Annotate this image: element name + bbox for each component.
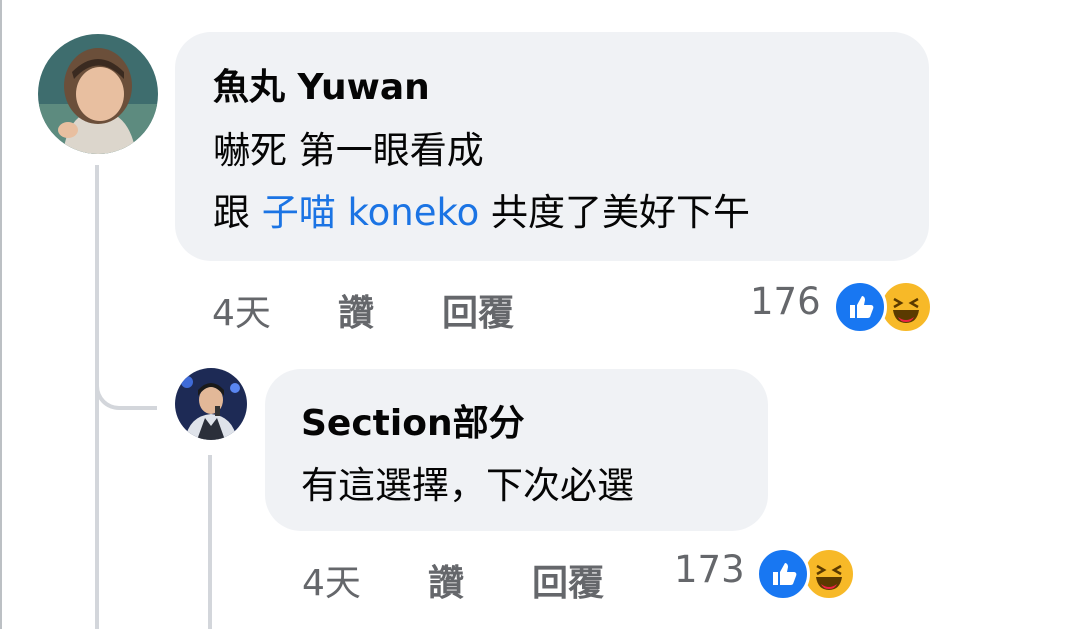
comment-text: 嚇死 第一眼看成 跟 子喵 koneko 共度了美好下午	[213, 120, 750, 244]
reaction-count[interactable]: 176	[750, 280, 821, 323]
comment-actions: 4天 讚 回覆	[212, 284, 552, 334]
like-icon	[833, 280, 887, 334]
like-button[interactable]: 讚	[428, 554, 464, 606]
comment-text: 有這選擇，下次必選	[301, 464, 634, 507]
haha-icon	[879, 280, 933, 334]
reaction-count[interactable]: 173	[674, 548, 745, 591]
comment-bubble[interactable]: 魚丸 Yuwan 嚇死 第一眼看成 跟 子喵 koneko 共度了美好下午	[175, 32, 929, 261]
like-icon	[756, 547, 810, 601]
mention-link[interactable]: 子喵 koneko	[262, 191, 479, 234]
reply-bubble[interactable]: Section部分 有這選擇，下次必選	[265, 369, 768, 531]
panel-edge	[0, 0, 2, 629]
thread-line-curve	[95, 370, 157, 410]
avatar[interactable]	[38, 34, 158, 154]
comment-timestamp[interactable]: 4天	[302, 554, 361, 606]
comment-line: 跟 子喵 koneko 共度了美好下午	[213, 182, 750, 244]
comment-author[interactable]: Section部分	[301, 402, 525, 446]
thread-line-reply	[208, 455, 212, 629]
comment-line: 嚇死 第一眼看成	[213, 129, 484, 172]
reply-button[interactable]: 回覆	[532, 554, 604, 606]
haha-icon	[802, 547, 856, 601]
reply-button[interactable]: 回覆	[442, 284, 514, 336]
avatar[interactable]	[175, 368, 247, 440]
comment-timestamp[interactable]: 4天	[212, 284, 271, 336]
comment-text-segment: 共度了美好下午	[479, 191, 750, 234]
like-button[interactable]: 讚	[338, 284, 374, 336]
comment-actions: 4天 讚 回覆	[302, 554, 642, 604]
comment-text-segment: 跟	[213, 191, 262, 234]
comment-author[interactable]: 魚丸 Yuwan	[213, 66, 430, 110]
